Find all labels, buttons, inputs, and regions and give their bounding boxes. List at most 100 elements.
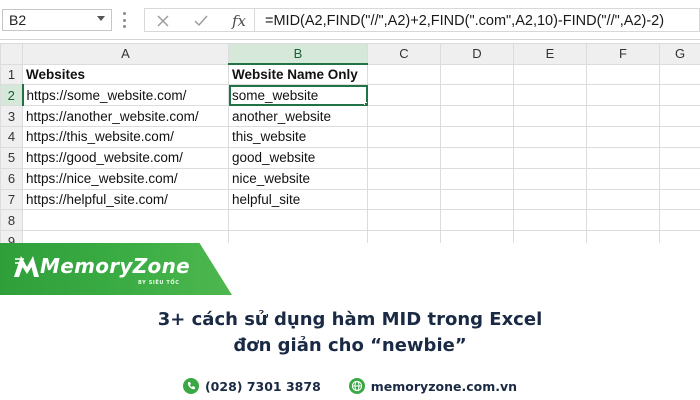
select-all-corner[interactable] <box>0 43 23 65</box>
cell[interactable] <box>440 84 514 107</box>
spreadsheet-grid: A B C D E F G 1 Websites Website Name On… <box>0 43 700 273</box>
row-header[interactable]: 6 <box>0 167 23 190</box>
cell[interactable] <box>513 146 587 169</box>
column-header-e[interactable]: E <box>513 43 587 65</box>
cell[interactable] <box>659 188 700 211</box>
phone-contact[interactable]: (028) 7301 3878 <box>182 378 321 394</box>
row-number: 5 <box>7 150 16 166</box>
cell[interactable] <box>440 167 514 190</box>
row-header[interactable]: 2 <box>0 84 24 107</box>
cell-text: https://another_website.com/ <box>26 108 199 124</box>
cell[interactable] <box>659 84 700 107</box>
row-header[interactable]: 1 <box>0 63 23 86</box>
cell-text: https://this_website.com/ <box>26 129 174 145</box>
cell[interactable] <box>440 126 514 148</box>
cell-a5[interactable]: https://good_website.com/ <box>22 146 229 169</box>
cell[interactable] <box>659 209 700 232</box>
row-header[interactable]: 5 <box>0 146 23 169</box>
formula-text: =MID(A2,FIND("//",A2)+2,FIND(".com",A2,1… <box>265 13 665 29</box>
cell[interactable] <box>513 84 587 107</box>
column-label: C <box>399 46 409 62</box>
column-header-g[interactable]: G <box>659 43 700 65</box>
cell-text: https://some_website.com/ <box>26 87 187 103</box>
cell[interactable] <box>659 126 700 148</box>
row-header[interactable]: 7 <box>0 188 23 211</box>
cell[interactable] <box>513 105 587 128</box>
column-header-f[interactable]: F <box>586 43 660 65</box>
cell[interactable] <box>22 209 229 232</box>
cell-text: Website Name Only <box>232 67 358 83</box>
cell[interactable] <box>367 84 441 107</box>
cell[interactable] <box>367 167 441 190</box>
cell[interactable] <box>367 126 441 148</box>
cancel-icon[interactable] <box>151 9 175 33</box>
phone-icon <box>182 378 199 394</box>
cell-b7[interactable]: helpful_site <box>228 188 368 211</box>
cell[interactable] <box>440 209 514 232</box>
cell[interactable] <box>513 188 587 211</box>
cell-a1[interactable]: Websites <box>22 63 229 86</box>
cell[interactable] <box>513 126 587 148</box>
cell[interactable] <box>513 209 587 232</box>
cell[interactable] <box>586 209 660 232</box>
cell[interactable] <box>586 146 660 169</box>
cell-text: Websites <box>26 66 86 82</box>
cell-a2[interactable]: https://some_website.com/ <box>22 84 229 107</box>
column-label: A <box>121 46 130 62</box>
cell[interactable] <box>440 146 514 169</box>
cell[interactable] <box>586 167 660 190</box>
row-number: 1 <box>7 66 16 82</box>
name-box-value: B2 <box>9 12 27 28</box>
cell[interactable] <box>513 167 587 190</box>
column-label: E <box>545 46 555 62</box>
row-header[interactable]: 3 <box>0 105 23 128</box>
cell-a7[interactable]: https://helpful_site.com/ <box>22 188 229 211</box>
cell[interactable] <box>440 63 514 86</box>
cell[interactable] <box>659 105 700 128</box>
cell[interactable] <box>586 188 660 211</box>
website-contact[interactable]: memoryzone.com.vn <box>348 378 517 394</box>
cell-b4[interactable]: this_website <box>228 126 368 148</box>
cell[interactable] <box>228 209 368 232</box>
column-header-a[interactable]: A <box>22 43 229 65</box>
cell-a4[interactable]: https://this_website.com/ <box>22 126 229 148</box>
insert-function-icon[interactable]: fx <box>227 9 251 33</box>
chevron-down-icon[interactable] <box>97 16 105 21</box>
cell[interactable] <box>586 63 660 86</box>
brand-tagline: BY SIÊU TỐC <box>138 280 180 286</box>
more-options-icon[interactable] <box>122 12 126 28</box>
table-row: 1 Websites Website Name Only <box>0 63 700 86</box>
row-header[interactable]: 4 <box>0 126 23 148</box>
column-header-d[interactable]: D <box>440 43 514 65</box>
cell[interactable] <box>659 146 700 169</box>
fill-handle[interactable] <box>364 102 367 105</box>
cell-a6[interactable]: https://nice_website.com/ <box>22 167 229 190</box>
cell-b6[interactable]: nice_website <box>228 167 368 190</box>
cell[interactable] <box>440 188 514 211</box>
cell[interactable] <box>659 63 700 86</box>
row-header[interactable]: 8 <box>0 209 23 232</box>
cell[interactable] <box>367 63 441 86</box>
cell[interactable] <box>367 209 441 232</box>
cell[interactable] <box>586 126 660 148</box>
cell-b3[interactable]: another_website <box>228 105 368 128</box>
cell[interactable] <box>367 105 441 128</box>
cell-b5[interactable]: good_website <box>228 146 368 169</box>
column-header-c[interactable]: C <box>367 43 441 65</box>
column-header-b[interactable]: B <box>228 43 368 65</box>
cell[interactable] <box>659 167 700 190</box>
check-icon[interactable] <box>189 9 213 33</box>
cell-b2-selected[interactable]: some_website <box>228 84 368 107</box>
table-row: 2 https://some_website.com/ some_website <box>0 84 700 107</box>
cell[interactable] <box>586 105 660 128</box>
cell[interactable] <box>513 63 587 86</box>
cell[interactable] <box>367 146 441 169</box>
row-number: 8 <box>7 212 16 228</box>
cell[interactable] <box>586 84 660 107</box>
formula-input[interactable]: =MID(A2,FIND("//",A2)+2,FIND(".com",A2,1… <box>254 8 700 32</box>
cell-a3[interactable]: https://another_website.com/ <box>22 105 229 128</box>
name-box[interactable]: B2 <box>2 9 112 31</box>
cell[interactable] <box>440 105 514 128</box>
cell[interactable] <box>367 188 441 211</box>
cell-b1[interactable]: Website Name Only <box>228 63 368 86</box>
